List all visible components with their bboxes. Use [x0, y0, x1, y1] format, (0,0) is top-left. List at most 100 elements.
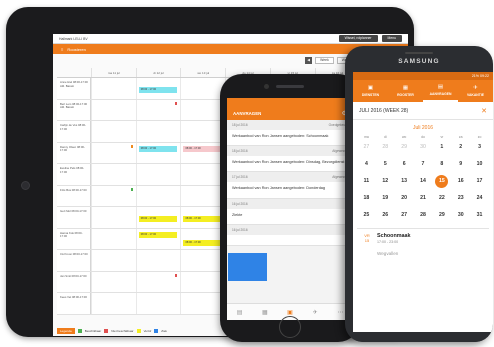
schedule-cell[interactable]: 08:00 - 17:00	[180, 228, 226, 249]
main-menu-button[interactable]: Menu	[381, 35, 402, 42]
tab-rooster-icon[interactable]: ▦	[259, 309, 271, 316]
tab-vakantie-icon[interactable]: ✈	[309, 309, 321, 316]
schedule-cell[interactable]	[180, 250, 226, 271]
schedule-cell[interactable]	[135, 271, 181, 292]
schedule-cell[interactable]	[225, 250, 270, 281]
employee-name[interactable]: Jan Smit 08:00-17:00	[57, 271, 91, 292]
schedule-cell[interactable]	[135, 164, 181, 185]
close-icon[interactable]: ✕	[481, 107, 487, 115]
schedule-cell[interactable]	[91, 78, 136, 99]
schedule-cell[interactable]	[180, 185, 226, 206]
iphone-home-button[interactable]	[279, 316, 301, 338]
shift-block[interactable]: 08:00 - 17:00	[138, 145, 178, 152]
calendar-day[interactable]: 31	[470, 209, 489, 222]
calendar-day[interactable]: 1	[432, 141, 451, 154]
schedule-cell[interactable]: 08:00 - 17:00	[135, 78, 181, 99]
shift-entry-2[interactable]: Wegvallen	[357, 248, 489, 259]
calendar-day[interactable]: 13	[395, 175, 414, 188]
shift-block-large[interactable]	[228, 253, 267, 281]
request-item[interactable]: 16 jul 2016	[227, 224, 353, 246]
calendar-day-selected[interactable]: 15	[432, 175, 451, 188]
schedule-cell[interactable]	[91, 99, 136, 120]
schedule-cell[interactable]	[91, 121, 136, 142]
schedule-cell[interactable]	[180, 78, 226, 99]
calendar-day[interactable]: 24	[470, 192, 489, 205]
prev-week-button[interactable]: ◀	[305, 56, 313, 64]
shift-block[interactable]: 08:00 - 17:00	[138, 231, 178, 238]
tab-diensten-icon[interactable]: ▤	[234, 309, 246, 316]
calendar-day[interactable]: 20	[395, 192, 414, 205]
shift-block[interactable]: 08:00 - 17:00	[183, 239, 223, 246]
schedule-cell[interactable]	[91, 228, 136, 249]
calendar-day[interactable]: 4	[357, 158, 376, 171]
schedule-cell[interactable]	[135, 99, 181, 120]
schedule-cell[interactable]	[135, 185, 181, 206]
user-menu-button[interactable]: Wissel, rolplanner	[338, 35, 378, 42]
calendar-day[interactable]: 14	[414, 175, 433, 188]
request-item[interactable]: 16 jul 2016 Ziekte	[227, 198, 353, 225]
schedule-cell[interactable]	[180, 99, 226, 120]
calendar-day[interactable]: 16	[451, 175, 470, 188]
schedule-cell[interactable]	[135, 250, 181, 271]
calendar-day[interactable]: 25	[357, 209, 376, 222]
shift-block[interactable]: 08:00 - 17:00	[183, 216, 223, 222]
schedule-cell[interactable]: 08:00 - 17:00	[180, 207, 226, 228]
calendar-day[interactable]: 3	[470, 141, 489, 154]
employee-name[interactable]: Anne Hiel 08:00-17:00 Afd. Bassin	[57, 78, 91, 99]
employee-name[interactable]: Frits Bos 08:00-17:00	[57, 185, 91, 206]
calendar-day[interactable]: 26	[376, 209, 395, 222]
schedule-cell[interactable]	[135, 121, 181, 142]
calendar-day[interactable]: 9	[451, 158, 470, 171]
employee-name[interactable]: Kees Vet 08:00-17:00	[57, 293, 91, 314]
shift-block[interactable]: 08:00 - 17:00	[138, 216, 178, 222]
calendar-day[interactable]: 2	[451, 141, 470, 154]
schedule-cell[interactable]	[91, 293, 136, 314]
calendar-day[interactable]: 5	[376, 158, 395, 171]
employee-name[interactable]: Carlijn de Vos 08:00-17:00	[57, 121, 91, 142]
schedule-cell[interactable]	[135, 293, 181, 314]
schedule-cell[interactable]	[91, 142, 136, 163]
calendar-day[interactable]: 6	[395, 158, 414, 171]
schedule-cell[interactable]	[180, 164, 226, 185]
tab-vakantie[interactable]: ✈ VAKANTIE	[458, 80, 493, 102]
schedule-cell[interactable]	[91, 271, 136, 292]
request-item[interactable]: 17 jul 2016 Afgewezen Werkaanbod van Ron J…	[227, 172, 353, 199]
calendar-day[interactable]: 27	[395, 209, 414, 222]
tab-rooster[interactable]: ▦ ROOSTER	[388, 80, 423, 102]
tab-diensten[interactable]: ▣ DIENSTEN	[353, 80, 388, 102]
employee-name[interactable]: Hanna Kok 08:00-17:00	[57, 228, 91, 249]
schedule-cell[interactable]: 08:00 - 17:00	[180, 142, 226, 163]
calendar-day[interactable]: 10	[470, 158, 489, 171]
shift-entry[interactable]: VR 15 Schoonmaak 17:00 - 23:00	[357, 228, 489, 248]
schedule-cell[interactable]: 08:00 - 17:00	[135, 142, 181, 163]
calendar-day[interactable]: 28	[414, 209, 433, 222]
view-select[interactable]: Week	[315, 56, 334, 64]
schedule-cell[interactable]	[180, 121, 226, 142]
schedule-cell[interactable]	[91, 185, 136, 206]
calendar-day[interactable]: 30	[414, 141, 433, 154]
calendar-day[interactable]: 8	[432, 158, 451, 171]
employee-name[interactable]: Bert Lem 08:00-17:00 Afd. Bassin	[57, 99, 91, 120]
schedule-cell[interactable]	[180, 271, 226, 292]
calendar-day[interactable]: 29	[432, 209, 451, 222]
calendar-day[interactable]: 22	[432, 192, 451, 205]
employee-name[interactable]: Eveline Pels 08:00-17:00	[57, 164, 91, 185]
schedule-cell[interactable]	[180, 293, 226, 314]
calendar-day[interactable]: 27	[357, 141, 376, 154]
calendar-day[interactable]: 11	[357, 175, 376, 188]
schedule-cell[interactable]	[91, 164, 136, 185]
calendar-day[interactable]: 18	[357, 192, 376, 205]
shift-block[interactable]: 08:00 - 17:00	[183, 145, 223, 152]
calendar-day[interactable]: 17	[470, 175, 489, 188]
tab-aanvragen[interactable]: ▤ AANVRAGEN	[423, 80, 458, 102]
employee-name[interactable]: Iris Kroon 08:00-17:00	[57, 250, 91, 271]
employee-name[interactable]: Gert Mol 08:00-17:00	[57, 207, 91, 228]
calendar-day[interactable]: 28	[376, 141, 395, 154]
calendar-day[interactable]: 7	[414, 158, 433, 171]
calendar-day[interactable]: 21	[414, 192, 433, 205]
calendar-day[interactable]: 29	[395, 141, 414, 154]
request-item[interactable]: 18 jul 2016 Afgewezen Werkaanbod van Ron J…	[227, 146, 353, 173]
schedule-cell[interactable]: 08:00 - 17:00	[135, 207, 181, 228]
schedule-cell[interactable]	[91, 250, 136, 271]
calendar-day[interactable]: 12	[376, 175, 395, 188]
